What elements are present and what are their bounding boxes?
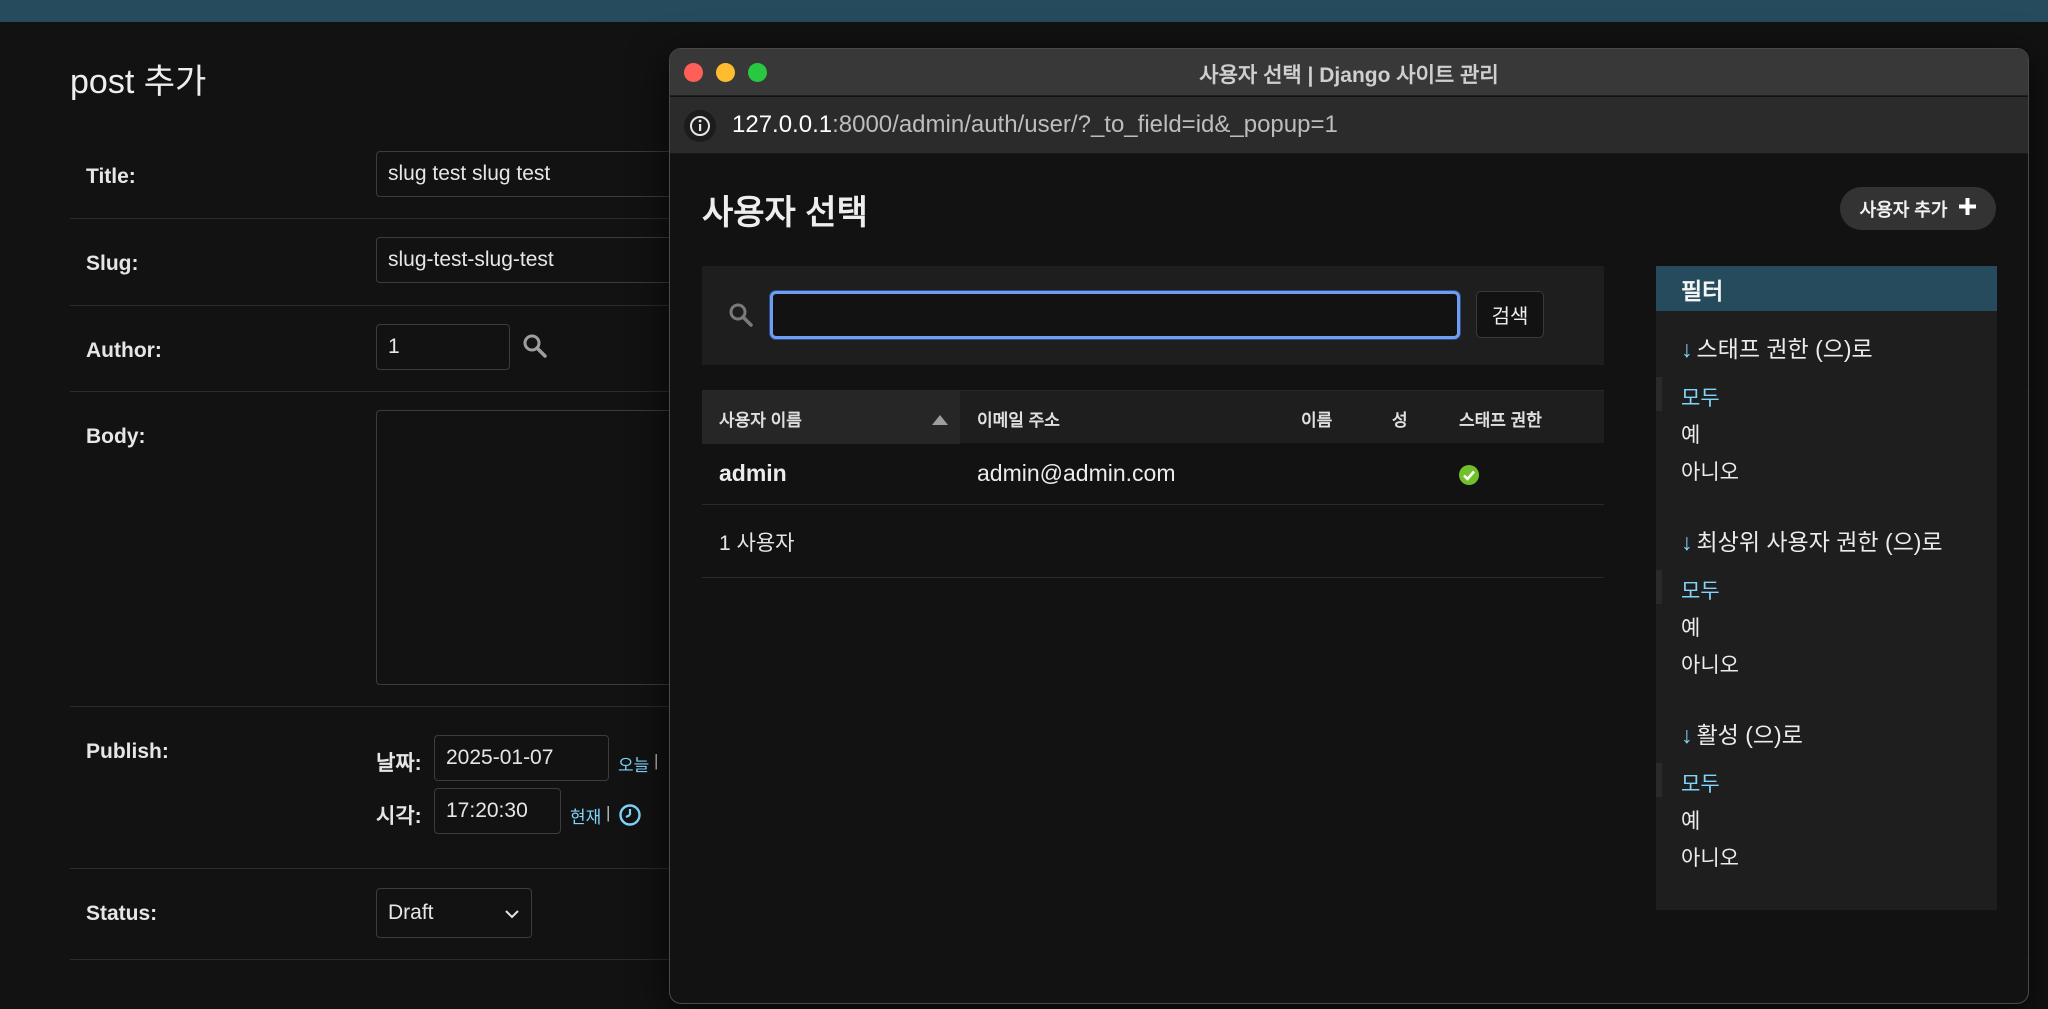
date-label: 날짜: <box>376 752 422 775</box>
publish-label: Publish: <box>86 740 169 763</box>
title-label: Title: <box>86 165 136 188</box>
filter-option-yes[interactable]: 예 <box>1681 612 1700 642</box>
results-table: 사용자 이름 이메일 주소 이름 성 스태프 권한 admin admin@ad… <box>702 390 1604 578</box>
author-input[interactable]: 1 <box>376 324 510 370</box>
result-count-text: 1 사용자 <box>719 532 795 555</box>
filter-title-text: 최상위 사용자 권한 (으)로 <box>1696 529 1943 555</box>
url-host: 127.0.0.1 <box>732 111 833 138</box>
search-button[interactable]: 검색 <box>1476 291 1544 338</box>
filter-option-no[interactable]: 아니오 <box>1681 842 1739 872</box>
window-title: 사용자 선택 | Django 사이트 관리 <box>1199 64 1499 87</box>
status-select[interactable]: Draft <box>376 888 532 938</box>
arrow-down-icon: ↓ <box>1681 529 1693 555</box>
table-row: admin admin@admin.com <box>702 443 1604 505</box>
author-label: Author: <box>86 339 162 362</box>
admin-header-bar <box>0 0 2048 22</box>
column-header-username[interactable]: 사용자 이름 <box>719 406 802 431</box>
plus-icon <box>1959 197 1977 220</box>
result-count: 1 사용자 <box>702 505 1604 578</box>
status-label: Status: <box>86 902 158 925</box>
time-label: 시각: <box>376 805 422 828</box>
filter-selected-marker <box>1656 377 1662 411</box>
sort-ascending-icon[interactable] <box>932 415 948 425</box>
user-select-popup-window: 사용자 선택 | Django 사이트 관리 127.0.0.1:8000/ad… <box>669 48 2029 1004</box>
filter-title-text: 활성 (으)로 <box>1696 722 1803 748</box>
filter-option-all[interactable]: 모두 <box>1681 382 1720 412</box>
table-header: 사용자 이름 이메일 주소 이름 성 스태프 권한 <box>702 390 1604 444</box>
popup-page-title: 사용자 선택 <box>702 194 868 232</box>
search-toolbar: 검색 <box>702 266 1604 365</box>
window-titlebar: 사용자 선택 | Django 사이트 관리 <box>670 49 2028 96</box>
status-select-value: Draft <box>388 901 434 924</box>
add-user-button[interactable]: 사용자 추가 <box>1840 187 1996 230</box>
column-header-last-name[interactable]: 성 <box>1392 406 1408 431</box>
today-link[interactable]: 오늘 <box>618 751 649 776</box>
chevron-down-icon <box>504 901 520 925</box>
filter-selected-marker <box>1656 763 1662 797</box>
filter-panel: 필터 ↓ 스태프 권한 (으)로 모두 예 아니오 ↓ 최상위 사용자 권한 (으)… <box>1656 266 1997 910</box>
url-path: :8000/admin/auth/user/?_to_field=id&_pop… <box>832 111 1338 138</box>
filter-option-all[interactable]: 모두 <box>1681 768 1720 798</box>
time-input[interactable]: 17:20:30 <box>434 788 561 834</box>
filter-title-text: 스태프 권한 (으)로 <box>1696 336 1873 362</box>
info-icon[interactable] <box>684 110 716 142</box>
address-bar[interactable]: 127.0.0.1:8000/admin/auth/user/?_to_fiel… <box>670 97 2028 154</box>
now-link[interactable]: 현재 <box>570 803 601 828</box>
date-input[interactable]: 2025-01-07 <box>434 735 609 781</box>
search-icon <box>728 302 754 333</box>
filter-option-yes[interactable]: 예 <box>1681 805 1700 835</box>
body-label: Body: <box>86 425 146 448</box>
add-user-label: 사용자 추가 <box>1859 199 1948 220</box>
filter-title-staff[interactable]: ↓ 스태프 권한 (으)로 <box>1681 330 1873 364</box>
url-text[interactable]: 127.0.0.1:8000/admin/auth/user/?_to_fiel… <box>732 111 1338 139</box>
arrow-down-icon: ↓ <box>1681 336 1693 362</box>
email-cell: admin@admin.com <box>977 460 1176 486</box>
search-input[interactable] <box>770 291 1460 339</box>
arrow-down-icon: ↓ <box>1681 722 1693 748</box>
filter-title-superuser[interactable]: ↓ 최상위 사용자 권한 (으)로 <box>1681 523 1943 557</box>
filter-option-no[interactable]: 아니오 <box>1681 456 1739 486</box>
slug-label: Slug: <box>86 252 139 275</box>
filter-header: 필터 <box>1656 266 1997 311</box>
time-separator: | <box>606 803 611 822</box>
date-separator: | <box>654 751 659 770</box>
filter-option-yes[interactable]: 예 <box>1681 419 1700 449</box>
filter-option-no[interactable]: 아니오 <box>1681 649 1739 679</box>
column-header-email[interactable]: 이메일 주소 <box>977 406 1060 431</box>
clock-icon[interactable] <box>618 803 642 832</box>
column-header-first-name[interactable]: 이름 <box>1301 406 1332 431</box>
filter-selected-marker <box>1656 570 1662 604</box>
filter-option-all[interactable]: 모두 <box>1681 575 1720 605</box>
username-link[interactable]: admin <box>719 460 787 487</box>
popup-content: 사용자 선택 사용자 추가 검색 사용자 이름 이메일 주소 이름 성 스태프 … <box>670 155 2028 1003</box>
page-title: post 추가 <box>70 63 207 101</box>
column-header-staff-status[interactable]: 스태프 권한 <box>1459 406 1542 431</box>
filter-title-active[interactable]: ↓ 활성 (으)로 <box>1681 716 1803 750</box>
check-icon <box>1459 465 1479 490</box>
search-icon[interactable] <box>522 333 548 364</box>
